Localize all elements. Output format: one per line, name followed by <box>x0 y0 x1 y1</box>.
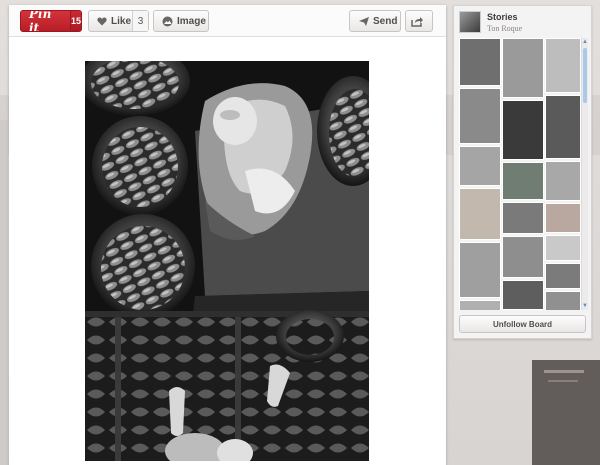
board-thumb[interactable] <box>545 263 581 289</box>
send-label: Send <box>373 15 398 27</box>
board-thumb[interactable] <box>502 162 544 200</box>
send-icon <box>359 16 369 26</box>
board-sidebar: Stories Ton Roque ▲ ▼ Unfollow Board <box>453 5 592 339</box>
board-thumb[interactable] <box>502 236 544 278</box>
heart-icon <box>97 17 107 25</box>
board-scrollbar[interactable]: ▲ ▼ <box>581 38 588 310</box>
like-count: 3 <box>132 11 148 31</box>
board-thumb[interactable] <box>459 88 501 144</box>
scroll-down-arrow-icon[interactable]: ▼ <box>582 302 588 310</box>
board-thumb[interactable] <box>545 235 581 261</box>
pin-it-label: Pin it <box>29 10 52 32</box>
image-button[interactable]: Image <box>153 10 209 32</box>
board-thumb[interactable] <box>459 300 501 310</box>
share-icon <box>411 16 423 27</box>
board-thumbnails <box>459 38 581 310</box>
board-owner[interactable]: Ton Roque <box>487 24 522 33</box>
board-thumb[interactable] <box>502 280 544 310</box>
board-thumb[interactable] <box>459 146 501 186</box>
unfollow-board-button[interactable]: Unfollow Board <box>459 315 586 333</box>
board-header[interactable]: Stories Ton Roque <box>454 6 591 38</box>
pin-toolbar: Pin it 15 Like 3 Image Send <box>9 5 446 37</box>
share-button[interactable] <box>405 10 433 32</box>
board-thumb[interactable] <box>545 161 581 201</box>
board-thumb[interactable] <box>545 203 581 233</box>
background-pin-card[interactable] <box>532 360 600 465</box>
board-avatar[interactable] <box>459 11 481 33</box>
board-title[interactable]: Stories <box>487 12 518 22</box>
scroll-up-arrow-icon[interactable]: ▲ <box>582 38 588 46</box>
like-label: Like <box>111 15 132 27</box>
board-thumb[interactable] <box>459 242 501 298</box>
board-thumb[interactable] <box>545 291 581 310</box>
like-button[interactable]: Like 3 <box>88 10 149 32</box>
image-label: Image <box>177 15 206 27</box>
background-card-left <box>0 120 8 465</box>
board-thumb[interactable] <box>459 188 501 240</box>
board-thumb[interactable] <box>502 100 544 160</box>
scrollbar-thumb[interactable] <box>583 48 587 103</box>
board-thumb[interactable] <box>502 202 544 234</box>
pin-panel: Pin it 15 Like 3 Image Send <box>9 5 446 465</box>
image-icon <box>162 16 173 26</box>
board-thumb[interactable] <box>502 38 544 98</box>
board-thumb[interactable] <box>545 95 581 159</box>
pin-photo[interactable] <box>85 61 369 461</box>
send-button[interactable]: Send <box>349 10 401 32</box>
pin-it-button[interactable]: Pin it 15 <box>20 10 82 32</box>
pin-it-count: 15 <box>69 11 81 31</box>
board-thumb[interactable] <box>459 38 501 86</box>
board-thumb[interactable] <box>545 38 581 93</box>
